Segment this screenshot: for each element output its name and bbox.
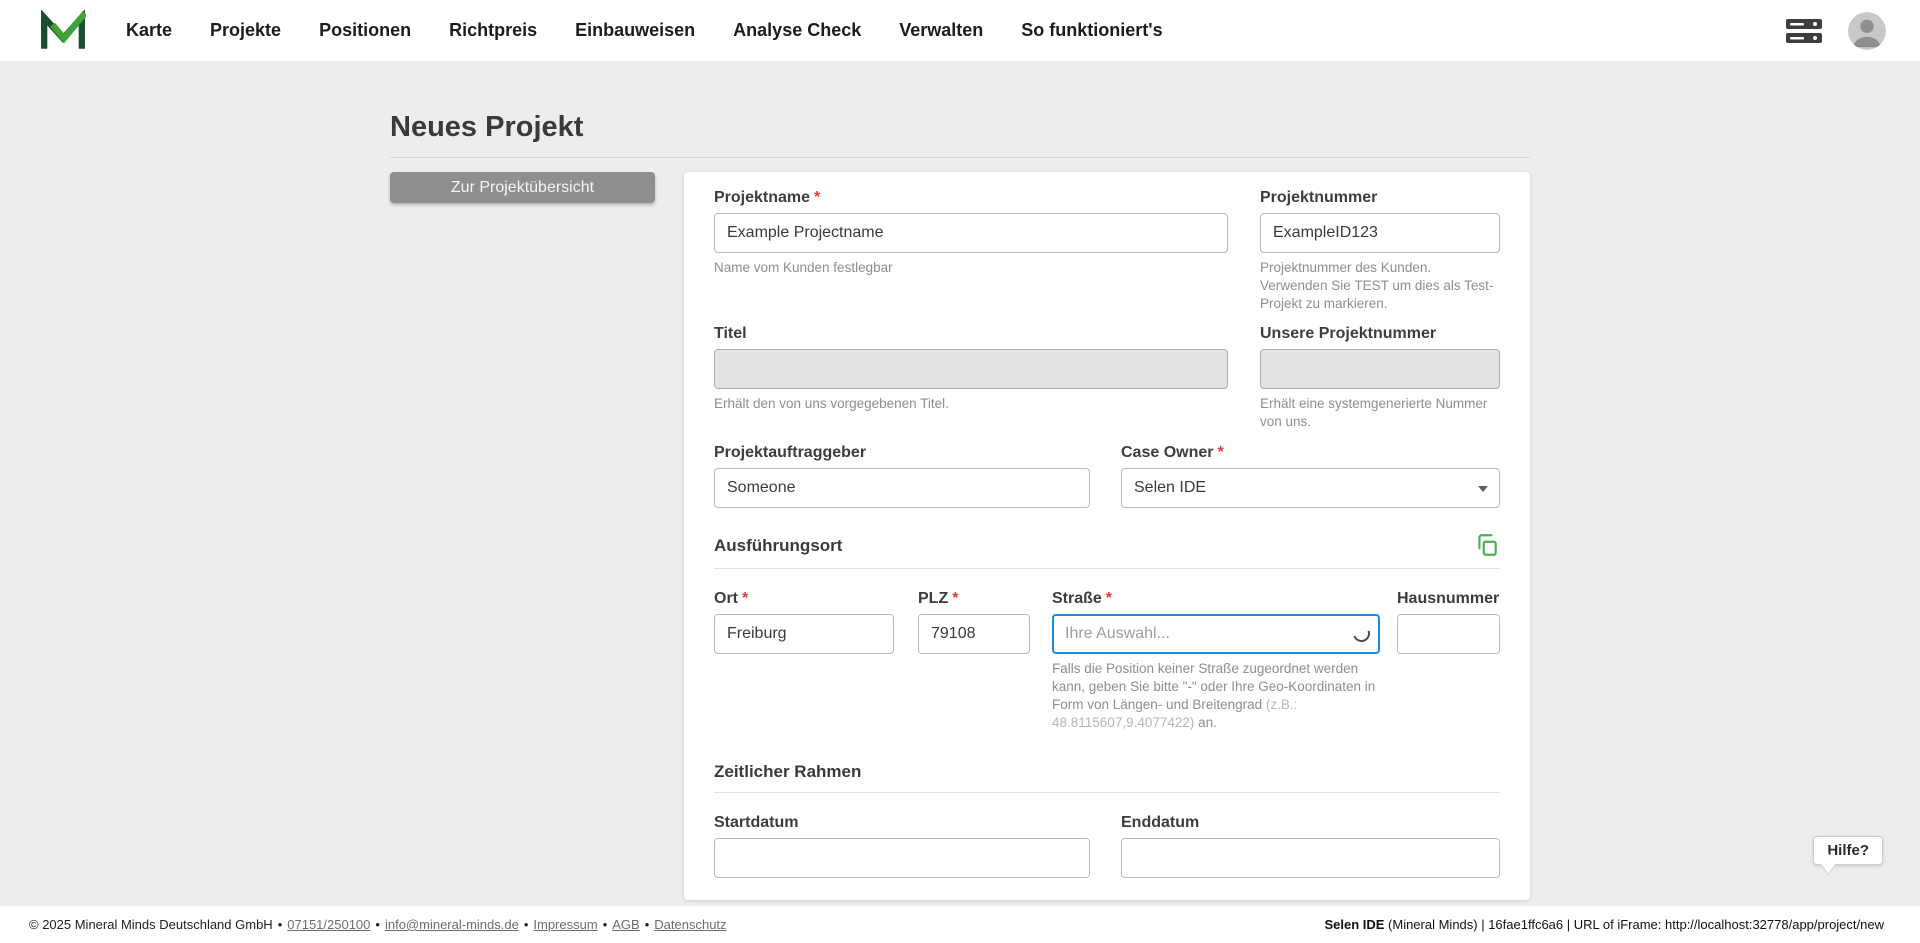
strasse-input[interactable] [1052,614,1380,654]
unsere-projektnummer-input [1260,349,1500,389]
enddatum-input[interactable] [1121,838,1500,878]
titel-label: Titel [714,324,1228,343]
enddatum-label: Enddatum [1121,813,1500,832]
projektname-label: Projektname* [714,188,1228,207]
footer-separator: • [524,917,529,932]
section-divider [714,792,1500,793]
case-owner-value: Selen IDE [1134,479,1206,497]
footer-left: © 2025 Mineral Minds Deutschland GmbH • … [29,917,727,932]
case-owner-label: Case Owner* [1121,443,1500,462]
nav-item-verwalten[interactable]: Verwalten [899,20,983,41]
email-link[interactable]: info@mineral-minds.de [385,917,519,932]
unsere-projektnummer-helper: Erhält eine systemgenerierte Nummer von … [1260,395,1500,431]
footer-separator: • [603,917,608,932]
nav-item-einbauweisen[interactable]: Einbauweisen [575,20,695,41]
titel-input [714,349,1228,389]
startdatum-input[interactable] [714,838,1090,878]
strasse-label-text: Straße [1052,590,1102,607]
case-owner-label-text: Case Owner [1121,444,1213,461]
ort-label: Ort* [714,589,894,608]
strasse-helper-end: an. [1198,715,1217,730]
projektauftraggeber-label: Projektauftraggeber [714,443,1090,462]
unsere-projektnummer-label: Unsere Projektnummer [1260,324,1500,343]
user-avatar[interactable] [1848,12,1886,50]
phone-link[interactable]: 07151/250100 [287,917,370,932]
projektauftraggeber-input[interactable] [714,468,1090,508]
project-form-card: Projektname* Name vom Kunden festlegbar … [684,172,1530,900]
footer-separator: • [278,917,283,932]
ort-input[interactable] [714,614,894,654]
hausnummer-input[interactable] [1397,614,1500,654]
nav-item-analyse-check[interactable]: Analyse Check [733,20,861,41]
projektnummer-helper: Projektnummer des Kunden. Verwenden Sie … [1260,259,1500,312]
footer-separator: • [645,917,650,932]
datenschutz-link[interactable]: Datenschutz [654,917,726,932]
brand-logo[interactable] [40,10,86,52]
copyright-text: © 2025 Mineral Minds Deutschland GmbH [29,917,273,932]
footer-separator: • [375,917,380,932]
required-asterisk: * [742,590,748,607]
nav-item-so-funktionierts[interactable]: So funktioniert's [1021,20,1162,41]
section-divider [714,568,1500,569]
server-icon[interactable] [1786,18,1822,44]
top-navbar: Karte Projekte Positionen Richtpreis Ein… [0,0,1920,61]
footer-user: Selen IDE [1324,917,1384,932]
copy-icon[interactable] [1474,532,1500,558]
navbar-right [1786,12,1886,50]
nav-item-positionen[interactable]: Positionen [319,20,411,41]
agb-link[interactable]: AGB [612,917,639,932]
required-asterisk: * [814,189,820,206]
projektnummer-input[interactable] [1260,213,1500,253]
projektname-input[interactable] [714,213,1228,253]
required-asterisk: * [952,590,958,607]
nav-item-richtpreis[interactable]: Richtpreis [449,20,537,41]
title-divider [390,157,1530,158]
plz-input[interactable] [918,614,1030,654]
page-title: Neues Projekt [390,61,1530,144]
ort-label-text: Ort [714,590,738,607]
section-title-zeitlicher-rahmen: Zeitlicher Rahmen [714,761,861,782]
main-nav: Karte Projekte Positionen Richtpreis Ein… [126,20,1163,41]
projektname-label-text: Projektname [714,189,810,206]
strasse-helper: Falls die Position keiner Straße zugeord… [1052,660,1380,731]
projektname-helper: Name vom Kunden festlegbar [714,259,1228,277]
help-button[interactable]: Hilfe? [1813,836,1883,865]
nav-item-karte[interactable]: Karte [126,20,172,41]
person-icon [1848,12,1886,50]
project-overview-button[interactable]: Zur Projektübersicht [390,172,655,203]
hausnummer-label: Hausnummer [1397,589,1500,608]
app-root: { "navbar": { "items": ["Karte", "Projek… [0,0,1920,943]
left-column: Zur Projektübersicht [390,172,684,900]
nav-item-projekte[interactable]: Projekte [210,20,281,41]
impressum-link[interactable]: Impressum [533,917,597,932]
strasse-label: Straße* [1052,589,1380,608]
help-button-label: Hilfe? [1827,842,1869,859]
footer: © 2025 Mineral Minds Deutschland GmbH • … [0,906,1920,943]
mineral-minds-logo-icon [40,10,86,52]
plz-label-text: PLZ [918,590,948,607]
required-asterisk: * [1217,444,1223,461]
startdatum-label: Startdatum [714,813,1090,832]
case-owner-select[interactable]: Selen IDE [1121,468,1500,508]
chevron-down-icon [1478,486,1488,492]
strasse-helper-main: Falls die Position keiner Straße zugeord… [1052,661,1375,712]
footer-session-details: (Mineral Minds) | 16fae1ffc6a6 | URL of … [1384,917,1884,932]
titel-helper: Erhält den von uns vorgegebenen Titel. [714,395,1228,413]
projektnummer-label: Projektnummer [1260,188,1500,207]
required-asterisk: * [1106,590,1112,607]
plz-label: PLZ* [918,589,1030,608]
footer-session-info: Selen IDE (Mineral Minds) | 16fae1ffc6a6… [1324,917,1884,932]
main-content: Neues Projekt Zur Projektübersicht Proje… [0,61,1920,906]
section-title-ausfuehrungsort: Ausführungsort [714,535,842,556]
